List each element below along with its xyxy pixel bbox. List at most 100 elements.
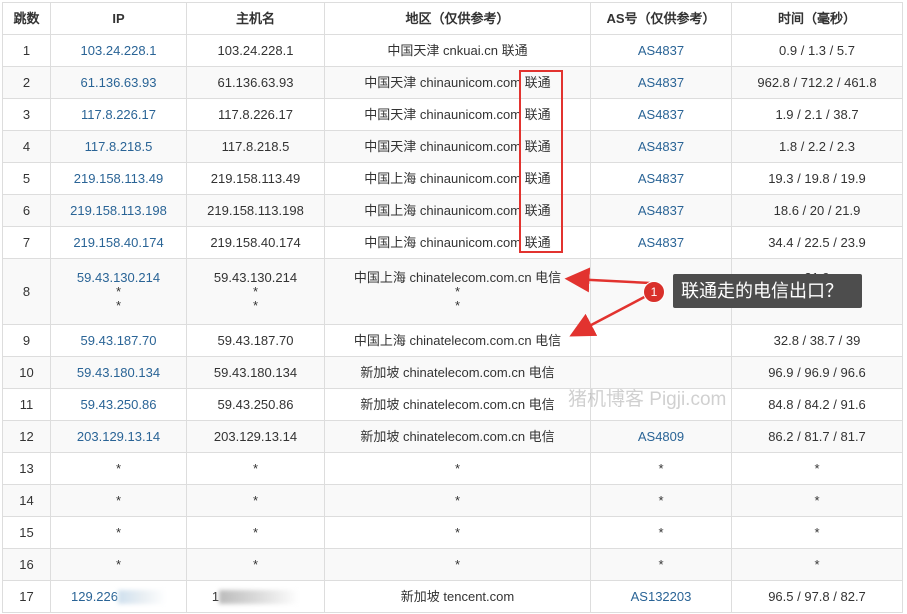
ip-cell[interactable]: 59.43.180.134 xyxy=(50,356,187,389)
ip-cell[interactable]: 59.43.187.70 xyxy=(50,324,187,357)
ip-cell[interactable]: 61.136.63.93 xyxy=(50,66,187,99)
table-header-row: 跳数 IP 主机名 地区（仅供参考） AS号（仅供参考） 时间（毫秒） xyxy=(2,2,903,35)
hop-cell: 7 xyxy=(2,226,51,259)
as-link[interactable]: AS4837 xyxy=(638,75,684,90)
table-row: 6 219.158.113.198 219.158.113.198 中国上海 c… xyxy=(2,194,903,227)
host-cell: 219.158.113.49 xyxy=(186,162,325,195)
host-extra: * xyxy=(252,297,259,313)
hop-cell: 2 xyxy=(2,66,51,99)
ip-cell[interactable]: 59.43.250.86 xyxy=(50,388,187,421)
ip-link[interactable]: 129.226 xyxy=(71,589,118,604)
ip-link[interactable]: 59.43.180.134 xyxy=(77,365,160,380)
ip-cell[interactable]: 219.158.113.198 xyxy=(50,194,187,227)
region-cell: 新加坡 chinatelecom.com.cn 电信 xyxy=(324,420,591,453)
time-cell: 96.5 / 97.8 / 82.7 xyxy=(731,580,903,613)
time-cell: * xyxy=(731,548,903,581)
as-link[interactable]: AS4837 xyxy=(638,235,684,250)
region-cell: 中国上海 chinatelecom.com.cn 电信 xyxy=(324,324,591,357)
as-cell[interactable]: AS4837 xyxy=(590,194,732,227)
header-as: AS号（仅供参考） xyxy=(590,2,732,35)
header-region: 地区（仅供参考） xyxy=(324,2,591,35)
ip-cell[interactable]: 219.158.40.174 xyxy=(50,226,187,259)
region-cell: 中国上海 chinatelecom.com.cn 电信 * * xyxy=(324,258,591,325)
ip-link[interactable]: 59.43.250.86 xyxy=(81,397,157,412)
ip-link[interactable]: 103.24.228.1 xyxy=(81,43,157,58)
as-cell[interactable]: AS4837 xyxy=(590,98,732,131)
table-row: 1 103.24.228.1 103.24.228.1 中国天津 cnkuai.… xyxy=(2,34,903,67)
time-cell: * xyxy=(731,484,903,517)
hop-cell: 5 xyxy=(2,162,51,195)
table-row: 4 117.8.218.5 117.8.218.5 中国天津 chinaunic… xyxy=(2,130,903,163)
as-link[interactable]: AS132203 xyxy=(631,589,692,604)
time-cell: 19.3 / 19.8 / 19.9 xyxy=(731,162,903,195)
table-row: 5 219.158.113.49 219.158.113.49 中国上海 chi… xyxy=(2,162,903,195)
region-extra: * xyxy=(454,297,461,313)
as-cell[interactable]: AS4837 xyxy=(590,66,732,99)
as-cell: * xyxy=(590,516,732,549)
host-cell: 59.43.250.86 xyxy=(186,388,325,421)
as-link[interactable]: AS4837 xyxy=(638,107,684,122)
hop-cell: 3 xyxy=(2,98,51,131)
ip-link[interactable]: 219.158.40.174 xyxy=(73,235,163,250)
ip-cell[interactable]: 129.226 xyxy=(50,580,187,613)
time-cell: 1.9 / 2.1 / 38.7 xyxy=(731,98,903,131)
ip-extra: * xyxy=(115,297,122,313)
region-cell: * xyxy=(324,548,591,581)
header-hop: 跳数 xyxy=(2,2,51,35)
ip-link[interactable]: 59.43.187.70 xyxy=(81,333,157,348)
header-ip: IP xyxy=(50,2,187,35)
ip-link[interactable]: 61.136.63.93 xyxy=(81,75,157,90)
as-cell[interactable]: AS4837 xyxy=(590,162,732,195)
hop-cell: 6 xyxy=(2,194,51,227)
time-cell: 84.8 / 84.2 / 91.6 xyxy=(731,388,903,421)
ip-cell[interactable]: 219.158.113.49 xyxy=(50,162,187,195)
time-cell: 86.2 / 81.7 / 81.7 xyxy=(731,420,903,453)
as-cell: * xyxy=(590,484,732,517)
ip-cell[interactable]: 103.24.228.1 xyxy=(50,34,187,67)
as-link[interactable]: AS4837 xyxy=(638,203,684,218)
hop-cell: 1 xyxy=(2,34,51,67)
hop-cell: 12 xyxy=(2,420,51,453)
hop-cell: 14 xyxy=(2,484,51,517)
table-row: 14 * * * * * xyxy=(2,484,903,517)
as-cell[interactable]: AS4837 xyxy=(590,34,732,67)
region-extra: * xyxy=(454,283,461,299)
ip-cell[interactable]: 117.8.218.5 xyxy=(50,130,187,163)
ip-link[interactable]: 117.8.218.5 xyxy=(85,139,153,154)
table-row: 2 61.136.63.93 61.136.63.93 中国天津 chinaun… xyxy=(2,66,903,99)
ip-link[interactable]: 59.43.130.214 xyxy=(52,270,186,285)
as-cell[interactable]: AS4809 xyxy=(590,420,732,453)
ip-link[interactable]: 203.129.13.14 xyxy=(77,429,160,444)
host-cell: * xyxy=(186,484,325,517)
region-cell: 新加坡 tencent.com xyxy=(324,580,591,613)
hop-cell: 11 xyxy=(2,388,51,421)
as-link[interactable]: AS4837 xyxy=(638,171,684,186)
ip-link[interactable]: 219.158.113.49 xyxy=(74,171,163,186)
as-link[interactable]: AS4837 xyxy=(638,139,684,154)
ip-link[interactable]: 117.8.226.17 xyxy=(81,107,156,122)
as-cell[interactable]: AS4837 xyxy=(590,226,732,259)
ip-cell[interactable]: 59.43.130.214 * * xyxy=(50,258,187,325)
host-cell: 117.8.218.5 xyxy=(186,130,325,163)
ip-cell[interactable]: 117.8.226.17 xyxy=(50,98,187,131)
table-row: 9 59.43.187.70 59.43.187.70 中国上海 chinate… xyxy=(2,324,903,357)
time-cell: 0.9 / 1.3 / 5.7 xyxy=(731,34,903,67)
host-cell: 59.43.130.214 * * xyxy=(186,258,325,325)
hop-cell: 10 xyxy=(2,356,51,389)
ip-cell[interactable]: 203.129.13.14 xyxy=(50,420,187,453)
as-link[interactable]: AS4837 xyxy=(638,43,684,58)
host-cell: * xyxy=(186,452,325,485)
hop-cell: 13 xyxy=(2,452,51,485)
table-row: 11 59.43.250.86 59.43.250.86 新加坡 chinate… xyxy=(2,388,903,421)
as-link[interactable]: AS4809 xyxy=(638,429,684,444)
table-row: 3 117.8.226.17 117.8.226.17 中国天津 chinaun… xyxy=(2,98,903,131)
ip-link[interactable]: 219.158.113.198 xyxy=(70,203,167,218)
host-extra: * xyxy=(252,283,259,299)
host-cell: 61.136.63.93 xyxy=(186,66,325,99)
as-cell[interactable]: AS132203 xyxy=(590,580,732,613)
hop-cell: 15 xyxy=(2,516,51,549)
header-time: 时间（毫秒） xyxy=(731,2,903,35)
as-cell[interactable]: AS4837 xyxy=(590,130,732,163)
host-cell: 117.8.226.17 xyxy=(186,98,325,131)
host-text: 1 xyxy=(211,588,220,604)
